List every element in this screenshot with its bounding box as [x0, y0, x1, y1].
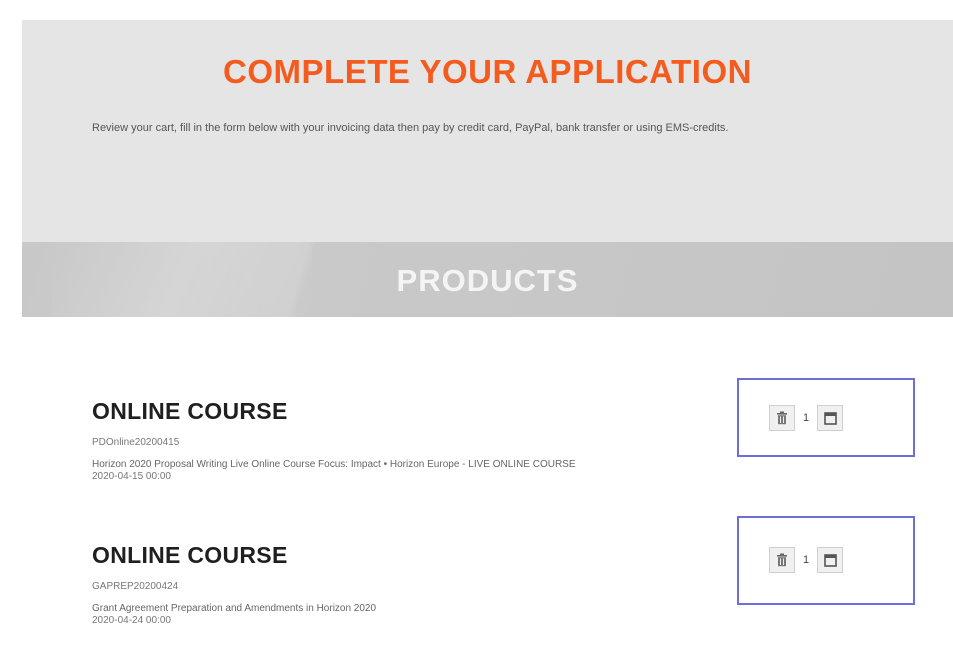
product-item: ONLINE COURSE GAPREP20200424 Grant Agree…	[92, 542, 832, 627]
product-description: Grant Agreement Preparation and Amendmen…	[92, 603, 377, 614]
square-icon	[823, 411, 837, 425]
application-page: COMPLETE YOUR APPLICATION Review your ca…	[0, 0, 953, 652]
square-button[interactable]	[817, 405, 843, 431]
square-button[interactable]	[817, 547, 843, 573]
quantity-control-box: 1	[737, 378, 915, 457]
trash-icon	[777, 411, 787, 425]
delete-button[interactable]	[769, 405, 795, 431]
product-type: ONLINE COURSE	[92, 542, 288, 568]
quantity-value: 1	[802, 412, 810, 424]
product-description: Horizon 2020 Proposal Writing Live Onlin…	[92, 459, 576, 470]
quantity-value: 1	[802, 554, 810, 566]
section-title: PRODUCTS	[396, 263, 579, 298]
quantity-controls: 1	[769, 546, 843, 574]
product-type: ONLINE COURSE	[92, 398, 288, 424]
product-date: 2020-04-15 00:00	[92, 471, 171, 482]
products-section-header: PRODUCTS	[22, 242, 953, 317]
delete-button[interactable]	[769, 547, 795, 573]
intro-text: Review your cart, fill in the form below…	[92, 122, 729, 134]
page-title: COMPLETE YOUR APPLICATION	[223, 53, 752, 90]
trash-icon	[777, 553, 787, 567]
square-icon	[823, 553, 837, 567]
quantity-control-box: 1	[737, 516, 915, 605]
product-item: ONLINE COURSE PDOnline20200415 Horizon 2…	[92, 398, 832, 483]
product-code: PDOnline20200415	[92, 437, 180, 448]
product-date: 2020-04-24 00:00	[92, 615, 171, 626]
application-header: COMPLETE YOUR APPLICATION Review your ca…	[22, 20, 953, 242]
quantity-controls: 1	[769, 404, 843, 432]
product-code: GAPREP20200424	[92, 581, 179, 592]
